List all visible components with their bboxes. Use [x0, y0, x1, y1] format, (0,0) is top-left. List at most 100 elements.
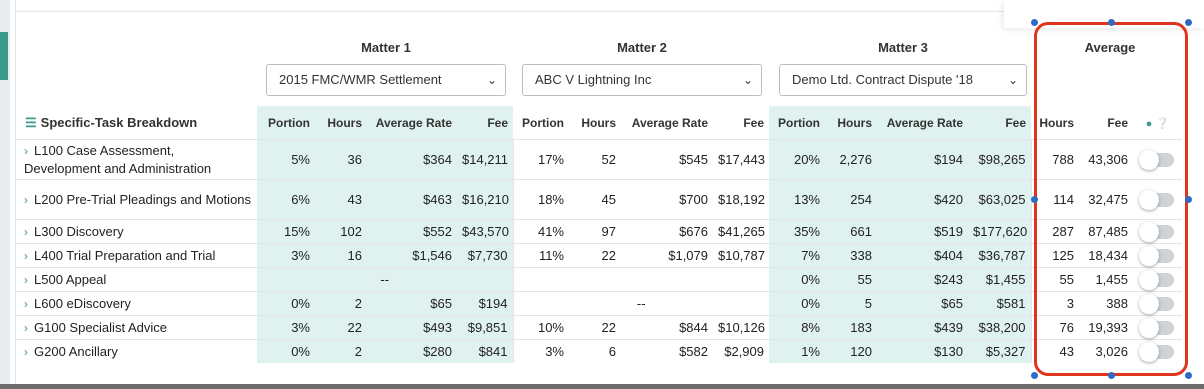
task-cell[interactable]: › G100 Specialist Advice: [16, 315, 257, 340]
resize-handle[interactable]: [1185, 196, 1192, 203]
table-row[interactable]: › L500 Appeal -- 0% 55 $243 $1,455 55 1,455: [16, 267, 1182, 292]
matter-3-select[interactable]: Demo Ltd. Contract Dispute '18 ⌄: [779, 64, 1027, 96]
matter-1-select[interactable]: 2015 FMC/WMR Settlement ⌄: [266, 64, 506, 96]
include-toggle[interactable]: [1138, 270, 1174, 291]
resize-handle[interactable]: [1108, 19, 1115, 26]
m1-rate-cell: $463: [367, 179, 457, 220]
toggle-knob: [1138, 342, 1159, 363]
matter-2-header: Matter 2: [617, 40, 667, 55]
toggle-knob: [1138, 190, 1159, 211]
task-cell[interactable]: › G200 Ancillary: [16, 339, 257, 363]
toggle-cell: [1133, 291, 1182, 316]
matter-2-select[interactable]: ABC V Lightning Inc ⌄: [522, 64, 762, 96]
task-cell[interactable]: › L500 Appeal: [16, 267, 257, 292]
toggle-column-header: ● ❔: [1133, 106, 1182, 140]
avg-fee-cell: 32,475: [1079, 179, 1133, 220]
resize-handle[interactable]: [1031, 372, 1038, 379]
toggle-knob: [1138, 246, 1159, 267]
table-row[interactable]: › L300 Discovery 15% 102 $552 $43,570 41% 97 $67…: [16, 219, 1182, 244]
m2-portion-cell: 11%: [512, 243, 569, 268]
m2-hours-cell: 97: [569, 219, 621, 244]
toggle-knob: [1138, 318, 1159, 339]
m3-rate-cell: $243: [877, 267, 968, 292]
chevron-right-icon[interactable]: ›: [24, 345, 28, 359]
m1-fee-header: Fee: [457, 106, 513, 140]
m2-portion-cell: 41%: [512, 219, 569, 244]
resize-handle[interactable]: [1031, 19, 1038, 26]
m3-fee-cell: $36,787: [968, 243, 1031, 268]
task-label: L600 eDiscovery: [34, 295, 131, 311]
matter-3-selected-value: Demo Ltd. Contract Dispute '18: [792, 72, 973, 87]
table-row[interactable]: › L600 eDiscovery 0% 2 $65 $194 -- 0% 5 $65 $581 3 3…: [16, 291, 1182, 316]
avg-fee-cell: 43,306: [1079, 139, 1133, 180]
m1-fee-cell: $16,210: [457, 179, 513, 220]
task-cell[interactable]: › L300 Discovery: [16, 219, 257, 244]
task-cell[interactable]: › L100 Case Assessment, Development and A…: [16, 139, 257, 180]
toggle-knob: [1138, 150, 1159, 171]
m1-rate-cell: $280: [367, 339, 457, 363]
m1-portion-cell: 5%: [257, 139, 315, 180]
include-toggle[interactable]: [1138, 190, 1174, 211]
m2-rate-header: Average Rate: [631, 115, 708, 130]
avg-hours-cell: 114: [1030, 179, 1079, 220]
include-toggle[interactable]: [1138, 318, 1174, 339]
table-row[interactable]: › L100 Case Assessment, Development and A…: [16, 139, 1182, 180]
m1-hours-cell: 43: [315, 179, 367, 220]
m3-hours-cell: 120: [825, 339, 877, 363]
resize-handle[interactable]: [1185, 19, 1192, 26]
help-icon[interactable]: ❔: [1156, 118, 1170, 130]
include-toggle[interactable]: [1138, 246, 1174, 267]
m2-fee-cell: $10,787: [713, 243, 769, 268]
include-toggle[interactable]: [1138, 150, 1174, 171]
chevron-right-icon[interactable]: ›: [24, 225, 28, 239]
include-toggle[interactable]: [1138, 222, 1174, 243]
m3-portion-cell: 20%: [769, 139, 825, 180]
m1-hours-cell: 102: [315, 219, 367, 244]
task-cell[interactable]: › L400 Trial Preparation and Trial: [16, 243, 257, 268]
matter-1-header: Matter 1: [361, 40, 411, 55]
m3-hours-header: Hours: [825, 106, 877, 140]
chevron-right-icon[interactable]: ›: [24, 297, 28, 311]
m1-portion-cell: 3%: [257, 243, 315, 268]
m3-fee-cell: $177,620: [968, 219, 1031, 244]
table-row[interactable]: › G100 Specialist Advice 3% 22 $493 $9,851 10%…: [16, 315, 1182, 340]
avg-hours-cell: 43: [1030, 339, 1079, 363]
chevron-right-icon[interactable]: ›: [24, 273, 28, 287]
resize-handle[interactable]: [1108, 372, 1115, 379]
include-toggle[interactable]: [1138, 342, 1174, 363]
chevron-right-icon[interactable]: ›: [24, 321, 28, 335]
table-row[interactable]: › L200 Pre-Trial Pleadings and Motions 6% 4…: [16, 179, 1182, 220]
include-toggle[interactable]: [1138, 294, 1174, 315]
chevron-right-icon[interactable]: ›: [24, 249, 28, 263]
avg-hours-cell: 287: [1030, 219, 1079, 244]
table-row[interactable]: › L400 Trial Preparation and Trial 3% 16 $1,…: [16, 243, 1182, 268]
avg-hours-cell: 788: [1030, 139, 1079, 180]
m3-fee-cell: $581: [968, 291, 1031, 316]
m2-portion-cell: 17%: [512, 139, 569, 180]
m1-rate-cell: $493: [367, 315, 457, 340]
task-column-header: ☰ Specific-Task Breakdown: [25, 114, 198, 130]
avg-fee-header: Fee: [1107, 115, 1128, 130]
toggle-knob: [1138, 222, 1159, 243]
m3-rate-cell: $194: [877, 139, 968, 180]
table-row[interactable]: › G200 Ancillary 0% 2 $280 $841 3% 6 $582 $2,909 1…: [16, 339, 1182, 363]
m3-hours-cell: 338: [825, 243, 877, 268]
m2-hours-cell: 52: [569, 139, 621, 180]
chevron-right-icon[interactable]: ›: [24, 144, 28, 158]
m1-fee-cell: $194: [457, 291, 513, 316]
toggle-cell: [1133, 267, 1182, 292]
m1-rate-cell: $364: [367, 139, 457, 180]
m1-fee-cell: $14,211: [457, 139, 513, 180]
m3-hours-cell: 5: [825, 291, 877, 316]
resize-handle[interactable]: [1185, 372, 1192, 379]
chevron-right-icon[interactable]: ›: [24, 193, 28, 207]
m2-rate-cell: $700: [621, 179, 713, 220]
task-cell[interactable]: › L600 eDiscovery: [16, 291, 257, 316]
task-cell[interactable]: › L200 Pre-Trial Pleadings and Motions: [16, 179, 257, 220]
m3-hours-cell: 55: [825, 267, 877, 292]
list-icon: ☰: [25, 114, 37, 130]
m2-fee-cell: $10,126: [713, 315, 769, 340]
m3-rate-cell: $439: [877, 315, 968, 340]
resize-handle[interactable]: [1031, 196, 1038, 203]
m1-rate-header: Average Rate: [367, 106, 457, 140]
